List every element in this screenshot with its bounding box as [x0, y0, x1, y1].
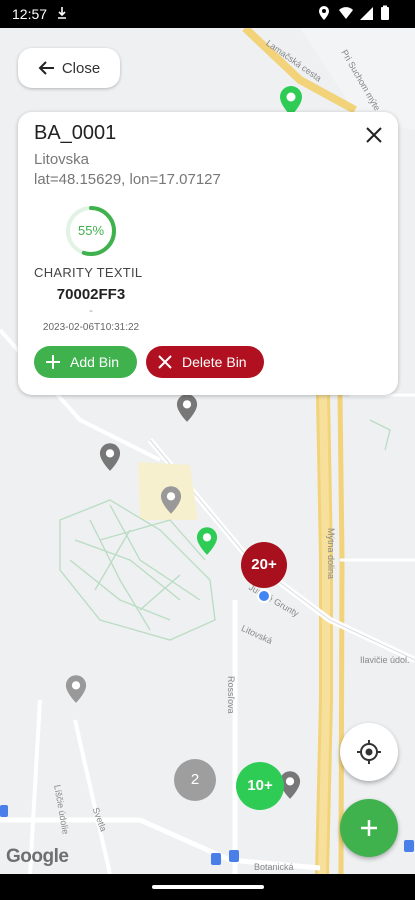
location-icon — [319, 6, 329, 20]
my-location-button[interactable] — [340, 723, 398, 781]
close-icon[interactable] — [364, 125, 384, 145]
map-pin-grey-icon[interactable] — [176, 394, 198, 422]
cluster-marker-20-plus[interactable]: 20+ — [241, 542, 287, 588]
plus-icon — [361, 820, 377, 836]
bin-separator: - — [89, 305, 93, 317]
fill-level-label: 55% — [77, 223, 105, 238]
bin-code: 70002FF3 — [56, 286, 126, 303]
signal-icon — [360, 7, 373, 20]
map-pin-grey-icon[interactable] — [65, 675, 87, 703]
map-pin-grey-icon[interactable] — [99, 443, 121, 471]
cluster-marker-2[interactable]: 2 — [174, 759, 216, 801]
street-label-botanicka: Botanická — [254, 862, 294, 872]
delete-bin-label: Delete Bin — [182, 354, 247, 370]
close-button-label: Close — [61, 59, 101, 77]
street-label-mytna-dolina: Mýtna dolina — [326, 528, 336, 580]
delete-bin-button[interactable]: Delete Bin — [146, 346, 264, 378]
street-label-ilavicie: Ilavičie údol. — [360, 655, 410, 665]
street-label-rosslova: Rossľova — [226, 676, 236, 714]
map-pin-green-icon[interactable] — [196, 527, 218, 555]
bin-title: BA_0001 — [34, 122, 117, 144]
arrow-left-icon — [38, 61, 54, 75]
clock: 12:57 — [12, 6, 48, 22]
add-fab-button[interactable] — [340, 799, 398, 857]
battery-icon — [381, 5, 389, 20]
download-icon — [58, 7, 66, 19]
map-pin-grey-icon[interactable] — [160, 486, 182, 514]
add-bin-button[interactable]: Add Bin — [34, 346, 137, 378]
home-gesture-handle[interactable] — [152, 885, 264, 889]
bin-timestamp: 2023-02-06T10:31:22 — [42, 322, 140, 333]
crosshair-icon — [357, 740, 381, 764]
close-icon — [158, 355, 172, 369]
cluster-marker-10-plus[interactable]: 10+ — [236, 762, 284, 810]
add-bin-label: Add Bin — [70, 354, 120, 370]
my-location-dot-icon — [257, 589, 271, 603]
plus-icon — [46, 355, 60, 369]
bin-company: CHARITY TEXTIL — [34, 265, 143, 280]
bin-street: Litovska — [34, 151, 90, 168]
navigation-bar — [0, 874, 415, 900]
bin-coordinates: lat=48.15629, lon=17.07127 — [34, 171, 221, 188]
close-button[interactable]: Close — [18, 48, 120, 88]
google-attribution: Google — [6, 846, 69, 867]
bin-detail-card: BA_0001 Litovska lat=48.15629, lon=17.07… — [18, 112, 398, 395]
wifi-icon — [339, 7, 353, 19]
status-bar: 12:57 — [0, 0, 415, 28]
